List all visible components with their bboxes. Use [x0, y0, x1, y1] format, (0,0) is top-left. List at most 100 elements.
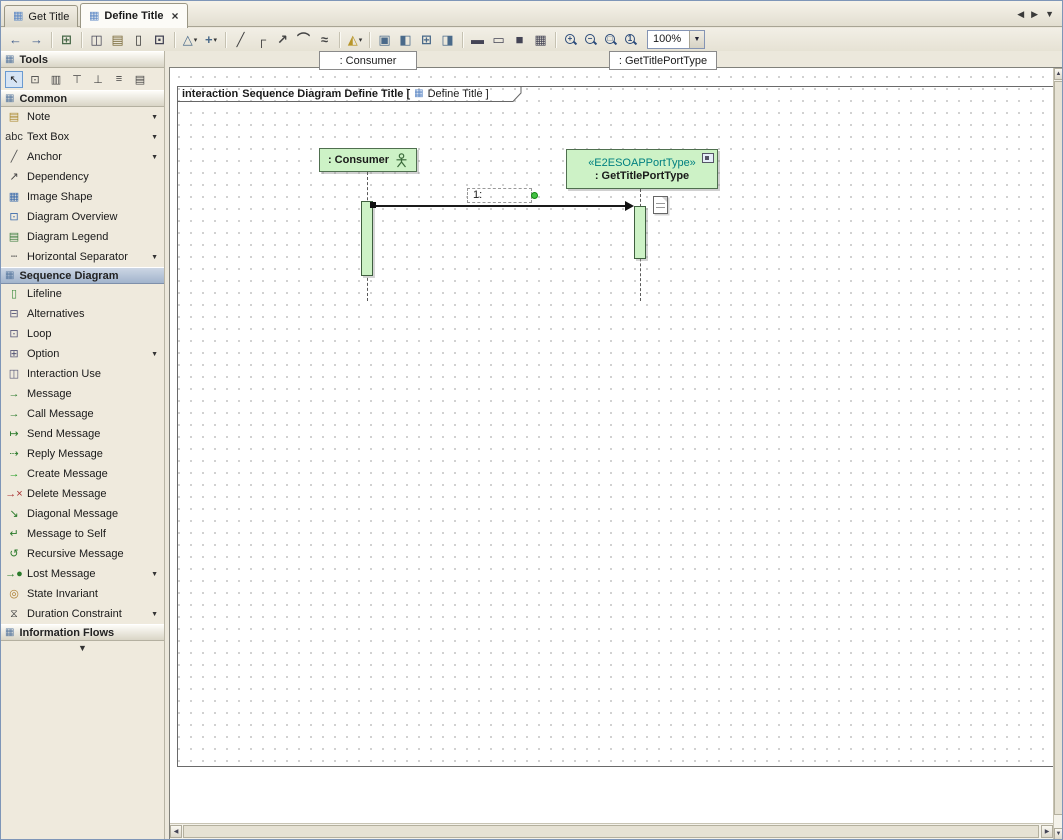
grid-style-button[interactable]: ▦: [531, 30, 551, 50]
copy-button[interactable]: ◫: [87, 30, 107, 50]
distribute-tool[interactable]: ≡: [110, 71, 128, 88]
vertical-scrollbar[interactable]: ▲ ▼: [1053, 68, 1063, 840]
palette-item-send-message[interactable]: ↦ Send Message: [1, 424, 164, 444]
select-area-tool[interactable]: ⊡: [26, 71, 44, 88]
match-size-tool[interactable]: ▤: [131, 71, 149, 88]
palette-item-diagram-overview[interactable]: ⊡ Diagram Overview: [1, 207, 164, 227]
chevron-down-icon[interactable]: ▼: [151, 114, 160, 121]
solid-fill-button[interactable]: ■: [510, 30, 530, 50]
zoom-1-1-button[interactable]: 1: [621, 30, 641, 50]
show-diagram-frame-button[interactable]: ▣: [375, 30, 395, 50]
scroll-down-button[interactable]: ▼: [1054, 828, 1063, 840]
palette-header-sequence-diagram[interactable]: ▦ Sequence Diagram: [1, 267, 164, 284]
lifeline-floating-label-porttype[interactable]: : GetTitlePortType: [609, 51, 717, 70]
palette-item-note[interactable]: ▤ Note ▼: [1, 107, 164, 127]
close-tab-icon[interactable]: ×: [172, 9, 179, 23]
palette-item-diagram-legend[interactable]: ▤ Diagram Legend: [1, 227, 164, 247]
palette-item-image-shape[interactable]: ▦ Image Shape: [1, 187, 164, 207]
collapse-shapes-button[interactable]: ▬: [468, 30, 488, 50]
stamp-button[interactable]: ◭ ▾: [345, 30, 365, 50]
frame-header[interactable]: interaction Sequence Diagram Define Titl…: [177, 86, 523, 103]
chevron-down-icon[interactable]: ▼: [151, 154, 160, 161]
message-line[interactable]: [373, 205, 625, 207]
horizontal-scroll-thumb[interactable]: [183, 825, 1039, 838]
palette-item-create-message[interactable]: → Create Message: [1, 464, 164, 484]
palette-item-horizontal-separator[interactable]: ┄ Horizontal Separator ▼: [1, 247, 164, 267]
message-start-handle[interactable]: [370, 202, 376, 208]
show-grid-button[interactable]: ⊞: [417, 30, 437, 50]
diagram-canvas[interactable]: interaction Sequence Diagram Define Titl…: [170, 68, 1053, 823]
delete-button[interactable]: ▯: [129, 30, 149, 50]
scroll-left-button[interactable]: ◀: [170, 825, 182, 838]
diagonal-arrow-button[interactable]: ↗: [273, 30, 293, 50]
fit-in-window-button[interactable]: □: [601, 30, 621, 50]
horizontal-scrollbar[interactable]: ◀ ▶: [170, 823, 1053, 839]
tab-scroll-left-button[interactable]: ◀: [1017, 8, 1024, 20]
align-bottom-tool[interactable]: ⊥: [89, 71, 107, 88]
palette-item-alternatives[interactable]: ⊟ Alternatives: [1, 304, 164, 324]
palette-item-message[interactable]: → Message: [1, 384, 164, 404]
palette-item-delete-message[interactable]: →× Delete Message: [1, 484, 164, 504]
lifeline-head-consumer[interactable]: : Consumer: [319, 148, 417, 172]
palette-scroll-down-button[interactable]: ▼: [1, 641, 164, 654]
expand-shapes-button[interactable]: ▭: [489, 30, 509, 50]
palette-item-lost-message[interactable]: →● Lost Message ▼: [1, 564, 164, 584]
palette-item-text-box[interactable]: abc Text Box ▼: [1, 127, 164, 147]
zoom-in-button[interactable]: +: [561, 30, 581, 50]
lifeline-head-gettitleporttype[interactable]: «E2ESOAPPortType» : GetTitlePortType: [566, 149, 718, 189]
activation-bar-gettitleporttype[interactable]: [634, 206, 646, 259]
palette-item-state-invariant[interactable]: ◎ State Invariant: [1, 584, 164, 604]
palette-item-dependency[interactable]: ↗ Dependency: [1, 167, 164, 187]
draw-shape-button[interactable]: △ ▾: [180, 30, 200, 50]
scroll-right-button[interactable]: ▶: [1041, 825, 1053, 838]
palette-item-diagonal-message[interactable]: ↘ Diagonal Message: [1, 504, 164, 524]
zoom-out-button[interactable]: −: [581, 30, 601, 50]
diagram-properties-button[interactable]: ◨: [438, 30, 458, 50]
oblique-path-button[interactable]: ╱: [231, 30, 251, 50]
related-elements-button[interactable]: ⊞: [57, 30, 77, 50]
lifeline-floating-label-consumer[interactable]: : Consumer: [319, 51, 417, 70]
palette-header-common[interactable]: ▦ Common: [1, 90, 164, 107]
curve-path-button[interactable]: ⌒: [294, 30, 314, 50]
palette-item-loop[interactable]: ⊡ Loop: [1, 324, 164, 344]
tab-get-title[interactable]: ▦ Get Title: [4, 5, 78, 27]
note-icon[interactable]: [653, 196, 668, 214]
palette-item-interaction-use[interactable]: ◫ Interaction Use: [1, 364, 164, 384]
chevron-down-icon[interactable]: ▼: [151, 254, 160, 261]
add-shape-button[interactable]: + ▾: [201, 30, 221, 50]
palette-item-recursive-message[interactable]: ↺ Recursive Message: [1, 544, 164, 564]
message-green-handle[interactable]: [531, 192, 538, 199]
paste-button[interactable]: ▤: [108, 30, 128, 50]
align-top-tool[interactable]: ⊤: [68, 71, 86, 88]
duplicate-button[interactable]: ⊡: [150, 30, 170, 50]
spline-path-button[interactable]: ≈: [315, 30, 335, 50]
chevron-down-icon[interactable]: ▼: [151, 134, 160, 141]
activation-bar-consumer[interactable]: [361, 201, 373, 276]
palette-item-lifeline[interactable]: ▯ Lifeline: [1, 284, 164, 304]
tab-list-button[interactable]: ▼: [1045, 8, 1054, 20]
select-tool[interactable]: ↖: [5, 71, 23, 88]
scroll-up-button[interactable]: ▲: [1054, 68, 1063, 80]
palette-item-option[interactable]: ⊞ Option ▼: [1, 344, 164, 364]
message-label[interactable]: 1:: [473, 189, 482, 201]
chevron-down-icon[interactable]: ▼: [689, 31, 704, 48]
pan-tool[interactable]: ▥: [47, 71, 65, 88]
chevron-down-icon[interactable]: ▼: [151, 571, 160, 578]
chevron-down-icon[interactable]: ▼: [151, 611, 160, 618]
palette-header-tools[interactable]: ▦ Tools: [1, 51, 164, 68]
palette-item-call-message[interactable]: → Call Message: [1, 404, 164, 424]
palette-item-message-to-self[interactable]: ↵ Message to Self: [1, 524, 164, 544]
palette-item-anchor[interactable]: ╱ Anchor ▼: [1, 147, 164, 167]
palette-item-reply-message[interactable]: ⇢ Reply Message: [1, 444, 164, 464]
chevron-down-icon[interactable]: ▼: [151, 351, 160, 358]
back-button[interactable]: ←: [6, 30, 26, 50]
show-frame-header-button[interactable]: ◧: [396, 30, 416, 50]
tab-scroll-right-button[interactable]: ▶: [1031, 8, 1038, 20]
zoom-level-select[interactable]: 100% ▼: [647, 30, 705, 49]
palette-item-duration-constraint[interactable]: ⧖ Duration Constraint ▼: [1, 604, 164, 624]
vertical-scroll-thumb[interactable]: [1054, 81, 1063, 815]
palette-header-information-flows[interactable]: ▦ Information Flows: [1, 624, 164, 641]
tab-define-title[interactable]: ▦ Define Title ×: [80, 3, 188, 28]
forward-button[interactable]: →: [27, 30, 47, 50]
rectilinear-path-button[interactable]: ┌: [252, 30, 272, 50]
